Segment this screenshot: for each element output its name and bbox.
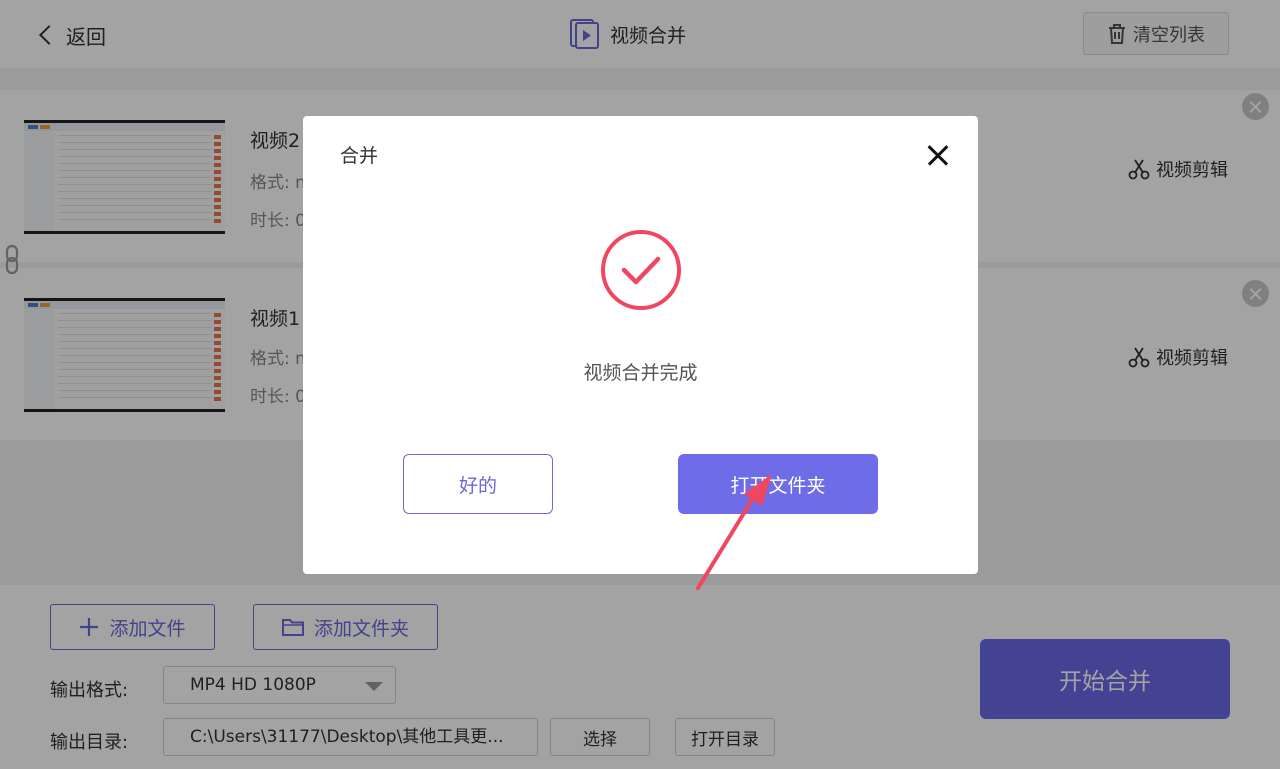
check-circle-icon [601,230,681,310]
dialog-title: 合并 [340,145,379,167]
dialog-message: 视频合并完成 [583,362,698,384]
close-icon[interactable] [923,140,953,170]
ok-button[interactable]: 好的 [403,454,553,514]
open-folder-button[interactable]: 打开文件夹 [678,454,878,514]
merge-complete-dialog: 合并 视频合并完成 好的 打开文件夹 [303,116,978,574]
